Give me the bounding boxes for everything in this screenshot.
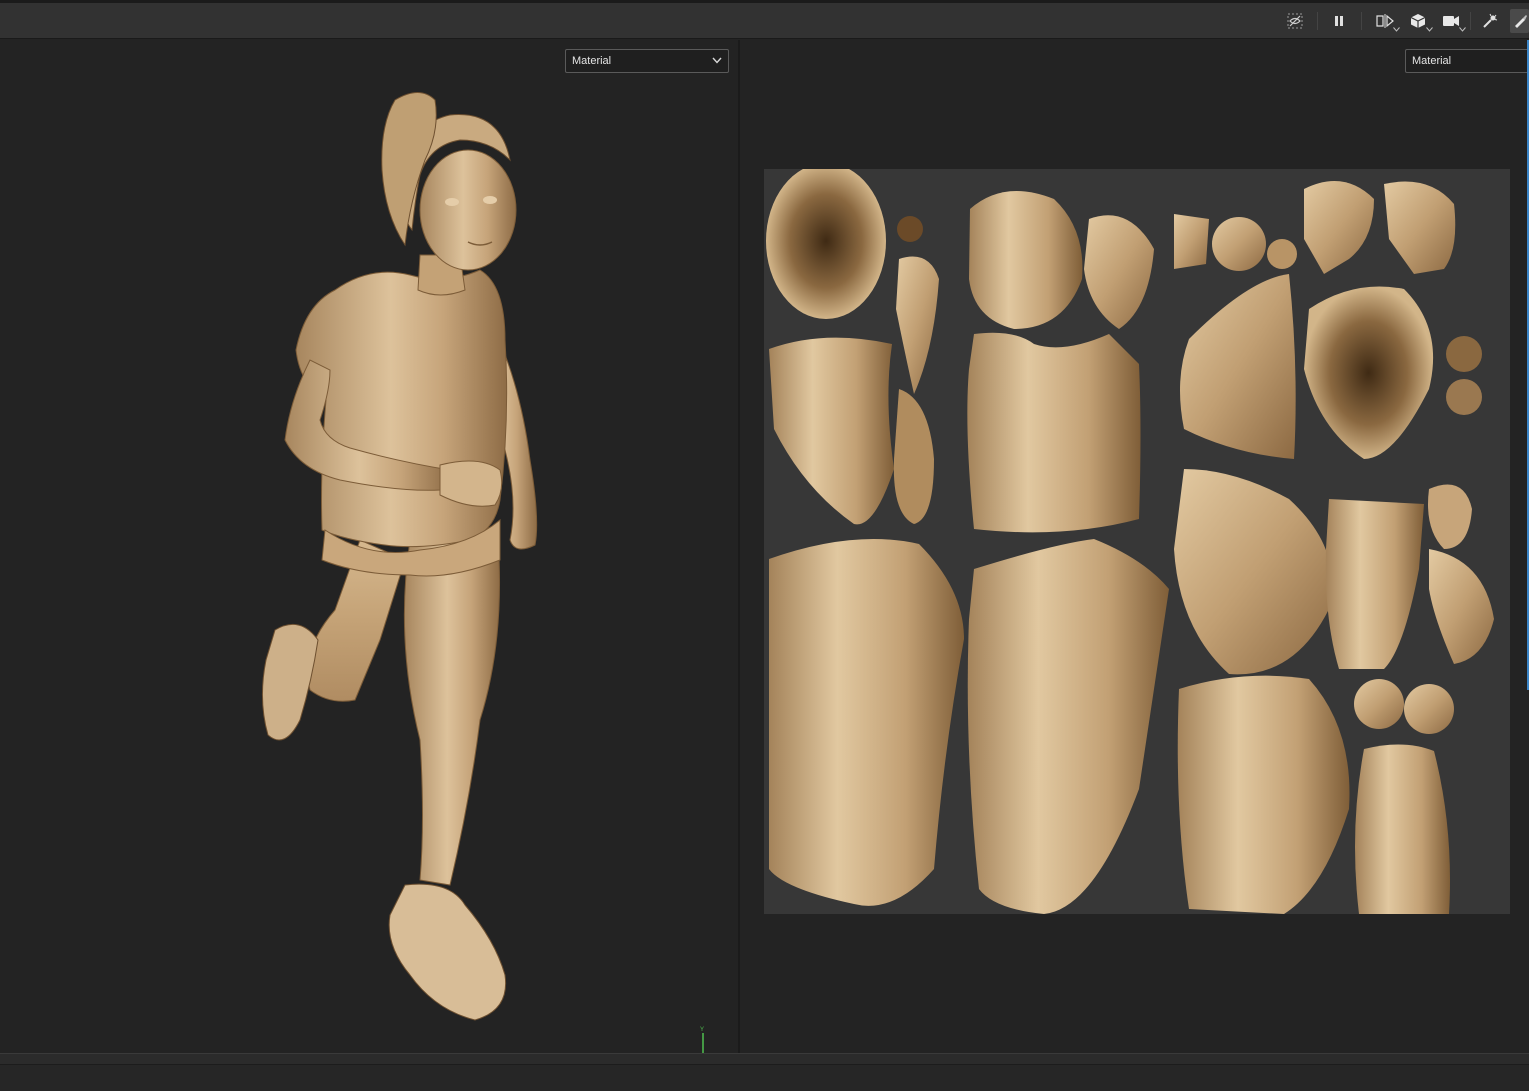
front-shoe <box>388 883 507 1021</box>
3d-channel-dropdown[interactable]: Material <box>565 49 729 73</box>
render-button[interactable] <box>1477 9 1503 33</box>
uv-island-leg-left <box>769 539 964 906</box>
uv-island-face <box>1304 286 1434 459</box>
uv-island-eye-a <box>1446 336 1482 372</box>
uv-island-knee-b <box>1404 684 1454 734</box>
uv-island-eye-b <box>1446 379 1482 415</box>
chevron-down-icon <box>1426 27 1433 32</box>
head <box>419 149 517 271</box>
2d-uv-viewport[interactable]: Material <box>740 40 1529 1053</box>
uv-island-cap <box>1174 214 1209 269</box>
uv-island-leg-right <box>967 539 1169 914</box>
uv-island-sock <box>1428 484 1472 549</box>
camera-button[interactable] <box>1436 9 1466 33</box>
front-hand <box>439 460 503 507</box>
uv-texture-sheet[interactable] <box>764 163 1510 914</box>
cube-icon <box>1410 14 1426 28</box>
uv-island-shorts <box>1325 499 1424 669</box>
uv-island-ankle <box>1355 744 1450 914</box>
chevron-down-icon <box>1459 27 1466 32</box>
chevron-down-icon <box>712 57 722 64</box>
chevron-down-icon <box>1393 27 1400 32</box>
eye-left <box>445 198 459 206</box>
viewport-toolbar <box>0 3 1529 39</box>
render-icon <box>1483 13 1498 28</box>
uv-island-shoe-sole <box>766 163 886 319</box>
pause-icon <box>1335 16 1343 26</box>
uv-island-star <box>897 216 923 242</box>
uv-island-knee-a <box>1354 679 1404 729</box>
uv-island-back <box>1174 469 1333 675</box>
brush-icon <box>1514 15 1527 28</box>
uv-island-disc-small <box>1267 239 1297 269</box>
hide-uv-overlay-button[interactable] <box>1282 9 1308 33</box>
camera-icon <box>1443 16 1459 26</box>
display-mode-button[interactable] <box>1403 9 1433 33</box>
uv-island-sleeve <box>1180 274 1296 459</box>
status-bar-inner <box>0 1064 1529 1091</box>
back-shoe <box>261 623 319 741</box>
symmetry-icon <box>1376 14 1394 28</box>
uv-island-hand-left <box>1304 181 1374 274</box>
eye-right <box>483 196 497 204</box>
pause-button[interactable] <box>1326 9 1352 33</box>
uv-island-forearm <box>896 256 939 394</box>
uv-island-hand-right <box>1384 181 1456 274</box>
2d-channel-dropdown[interactable]: Material <box>1405 49 1529 73</box>
uv-island-disc <box>1212 217 1266 271</box>
axis-y-label: Y <box>700 1027 704 1033</box>
toolbar-separator <box>1361 12 1362 30</box>
uv-island-upper-arm <box>769 337 894 525</box>
symmetry-button[interactable] <box>1370 9 1400 33</box>
character-model[interactable] <box>240 80 560 1070</box>
paint-button[interactable] <box>1510 9 1529 33</box>
status-bar <box>0 1053 1529 1091</box>
3d-channel-dropdown-value: Material <box>572 55 612 67</box>
uv-island-ear <box>1084 215 1154 329</box>
uv-island-hair <box>969 191 1083 329</box>
uv-island-shin <box>1429 549 1494 664</box>
uv-island-hand <box>893 389 934 524</box>
uv-island-shirt-front <box>967 332 1141 533</box>
toolbar-separator <box>1470 12 1471 30</box>
2d-channel-dropdown-value: Material <box>1412 55 1452 67</box>
toolbar-separator <box>1317 12 1318 30</box>
uv-island-torso-back <box>1177 675 1350 914</box>
front-leg <box>403 539 501 886</box>
eye-off-icon <box>1287 13 1303 29</box>
3d-viewport[interactable]: Material Y <box>0 40 738 1071</box>
